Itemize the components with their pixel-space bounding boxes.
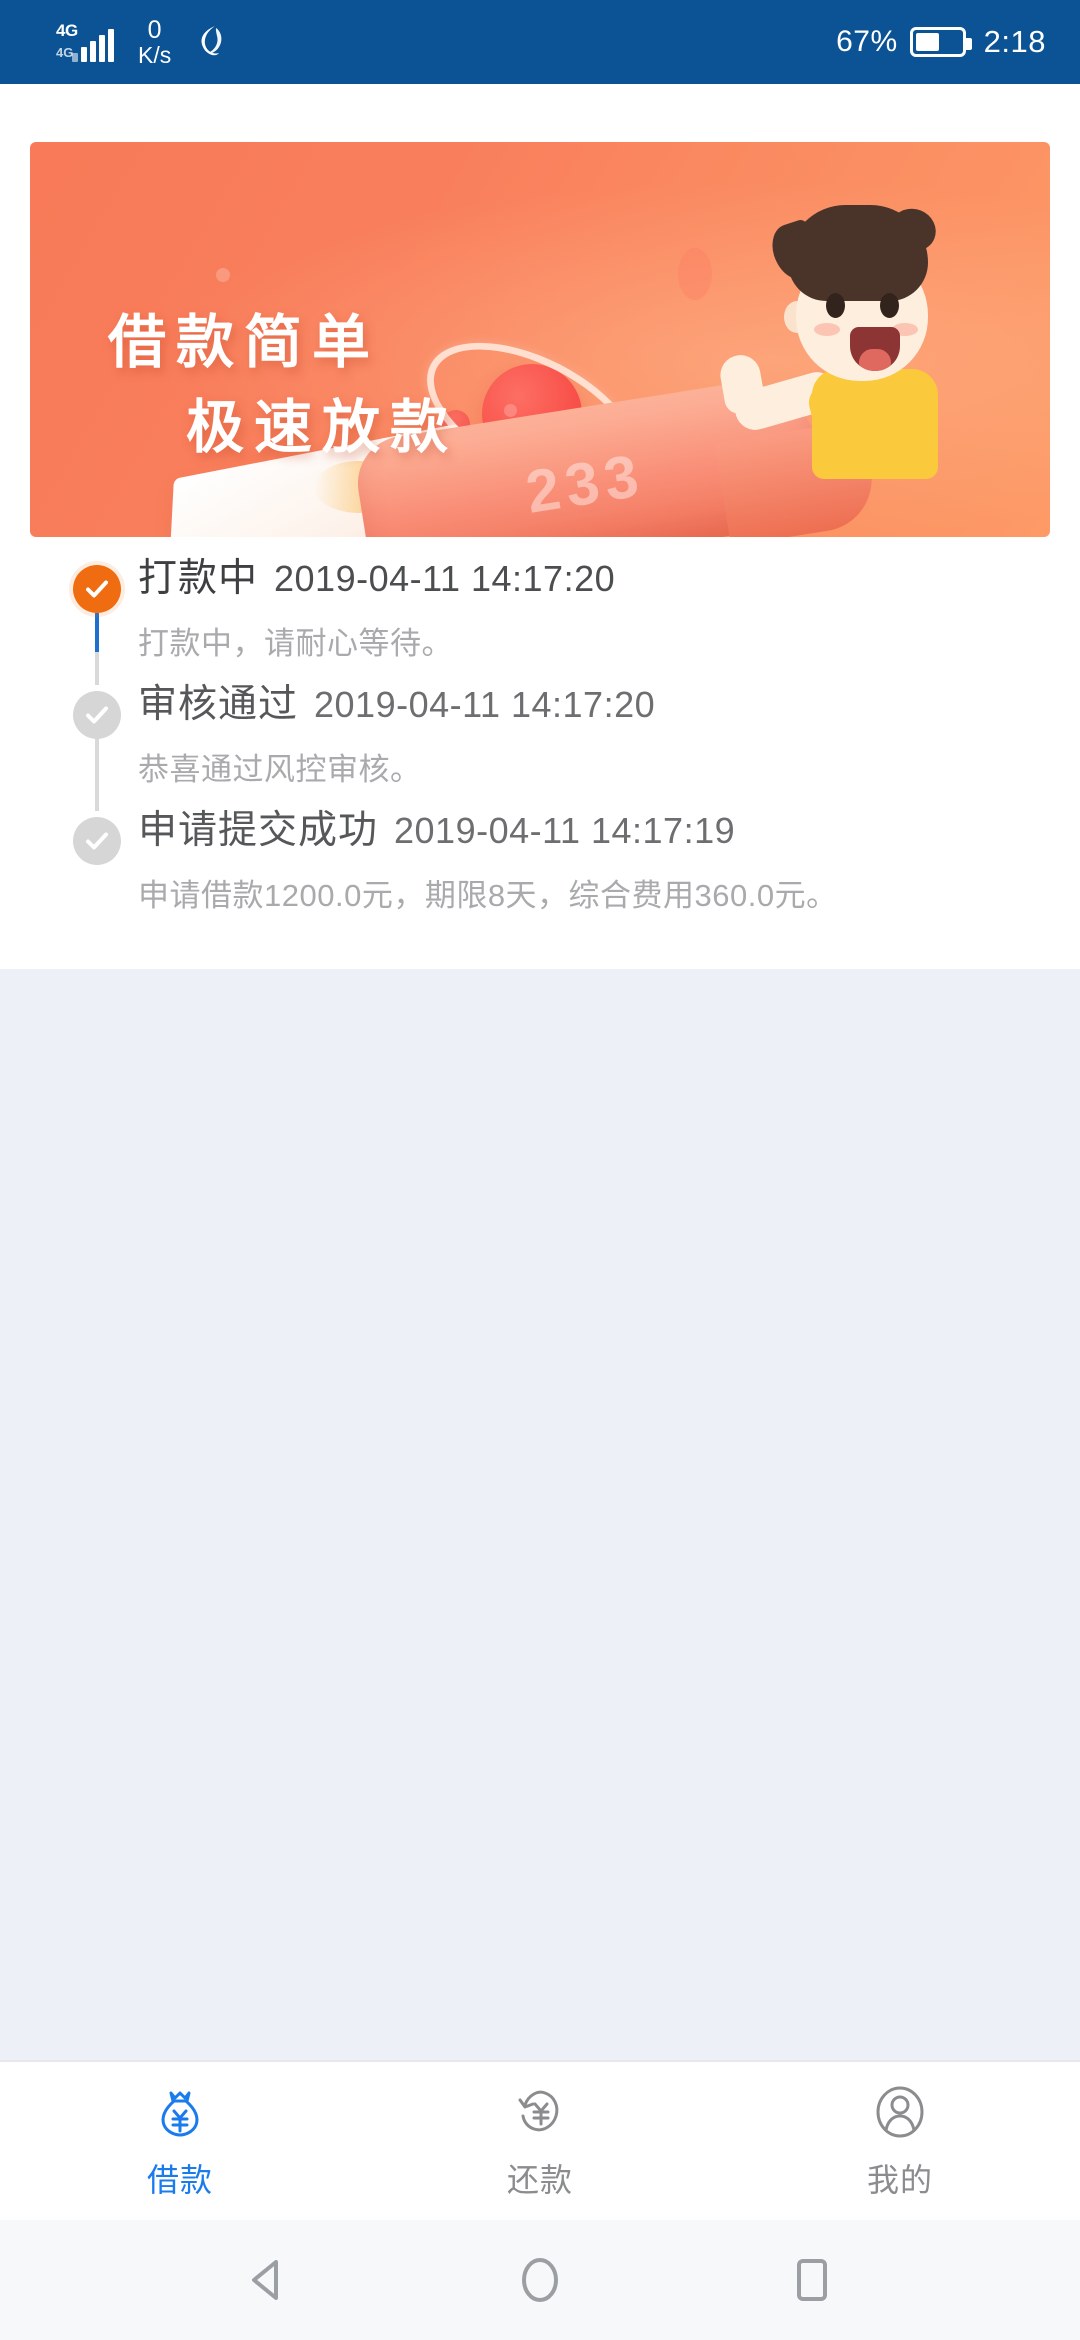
timeline-item-title: 打款中 (138, 557, 259, 600)
clock-label: 2:18 (983, 24, 1046, 59)
network-speed-value: 0 (147, 15, 162, 44)
tab-borrow-label: 借款 (146, 2162, 213, 2198)
boy-character-illustration (692, 197, 1022, 537)
timeline-check-icon-done (73, 817, 121, 865)
status-bar-right: 67% 2:18 (836, 24, 1046, 60)
tab-profile-label: 我的 (866, 2162, 933, 2198)
timeline-item-title: 申请提交成功 (138, 809, 379, 852)
globe-icon (193, 23, 229, 61)
home-circle-icon[interactable] (504, 2244, 576, 2316)
timeline-item-title: 审核通过 (138, 683, 299, 726)
timeline-rail (66, 811, 128, 923)
recents-square-icon[interactable] (776, 2244, 848, 2316)
timeline-item-body: 打款中 2019-04-11 14:17:20 打款中，请耐心等待。 (128, 559, 1014, 671)
status-bar-left: 4G 4G 0 K/s (34, 17, 836, 67)
timeline-check-icon-done (73, 691, 121, 739)
timeline-check-icon-active (73, 565, 121, 613)
banner-bubble-small (216, 268, 230, 282)
timeline-item-head: 审核通过 2019-04-11 14:17:20 (138, 685, 1014, 724)
back-triangle-icon[interactable] (232, 2244, 304, 2316)
signal-bars-icon (72, 28, 114, 62)
network-speed-indicator: 0 K/s (138, 15, 172, 69)
timeline-item-desc: 打款中，请耐心等待。 (138, 626, 453, 661)
battery-percent-label: 67% (836, 25, 898, 58)
timeline-item: 申请提交成功 2019-04-11 14:17:19 申请借款1200.0元，期… (30, 811, 1050, 923)
loan-promo-banner[interactable]: 借款简单 极速放款 233 (30, 142, 1050, 537)
user-profile-icon (869, 2081, 931, 2143)
status-bar: 4G 4G 0 K/s 67% 2:18 (0, 0, 1080, 84)
network-generation-secondary-label: 4G (56, 44, 74, 60)
bottom-tab-bar: 借款 还款 我的 (0, 2060, 1080, 2220)
tab-profile[interactable]: 我的 (720, 2062, 1080, 2220)
battery-icon (909, 27, 972, 57)
timeline-item-desc: 申请借款1200.0元，期限8天，综合费用360.0元。 (138, 878, 838, 913)
timeline-item-head: 申请提交成功 2019-04-11 14:17:19 (138, 811, 1014, 850)
banner-headline-line1: 借款简单 (108, 310, 381, 375)
timeline-item: 审核通过 2019-04-11 14:17:20 恭喜通过风控审核。 (30, 685, 1050, 811)
timeline-item-time: 2019-04-11 14:17:19 (394, 810, 736, 851)
tab-repay-label: 还款 (506, 2162, 573, 2198)
timeline-item-body: 申请提交成功 2019-04-11 14:17:19 申请借款1200.0元，期… (128, 811, 1014, 923)
page-body: 借款简单 极速放款 233 打款中 2019-04-11 14:17:20 打款… (0, 84, 1080, 2060)
tab-borrow[interactable]: 借款 (0, 2062, 360, 2220)
content-card: 借款简单 极速放款 233 打款中 2019-04-11 14:17:20 打款… (0, 84, 1080, 969)
tab-repay[interactable]: 还款 (360, 2062, 720, 2220)
signal-strength-icon: 4G 4G (56, 20, 118, 64)
timeline-item-desc: 恭喜通过风控审核。 (138, 752, 422, 787)
timeline-item-time: 2019-04-11 14:17:20 (274, 558, 616, 599)
network-speed-unit: K/s (138, 42, 172, 69)
android-navigation-bar (0, 2220, 1080, 2340)
money-bag-icon (149, 2081, 211, 2143)
timeline-connector-line (95, 613, 99, 685)
refresh-yen-icon (509, 2081, 571, 2143)
timeline-connector-line (95, 739, 99, 811)
empty-scroll-area (0, 969, 1080, 2060)
timeline-item-time: 2019-04-11 14:17:20 (314, 684, 656, 725)
timeline-item-body: 审核通过 2019-04-11 14:17:20 恭喜通过风控审核。 (128, 685, 1014, 797)
banner-headline: 借款简单 极速放款 (108, 310, 459, 460)
timeline-rail (66, 559, 128, 685)
timeline-item-head: 打款中 2019-04-11 14:17:20 (138, 559, 1014, 598)
phone-screen: 4G 4G 0 K/s 67% 2:18 借款简单 极速放款 233 打款中 2… (0, 0, 1080, 2340)
banner-headline-line2: 极速放款 (186, 394, 459, 460)
timeline-item: 打款中 2019-04-11 14:17:20 打款中，请耐心等待。 (30, 559, 1050, 685)
loan-status-timeline: 打款中 2019-04-11 14:17:20 打款中，请耐心等待。 审核通过 … (30, 537, 1050, 969)
timeline-rail (66, 685, 128, 811)
